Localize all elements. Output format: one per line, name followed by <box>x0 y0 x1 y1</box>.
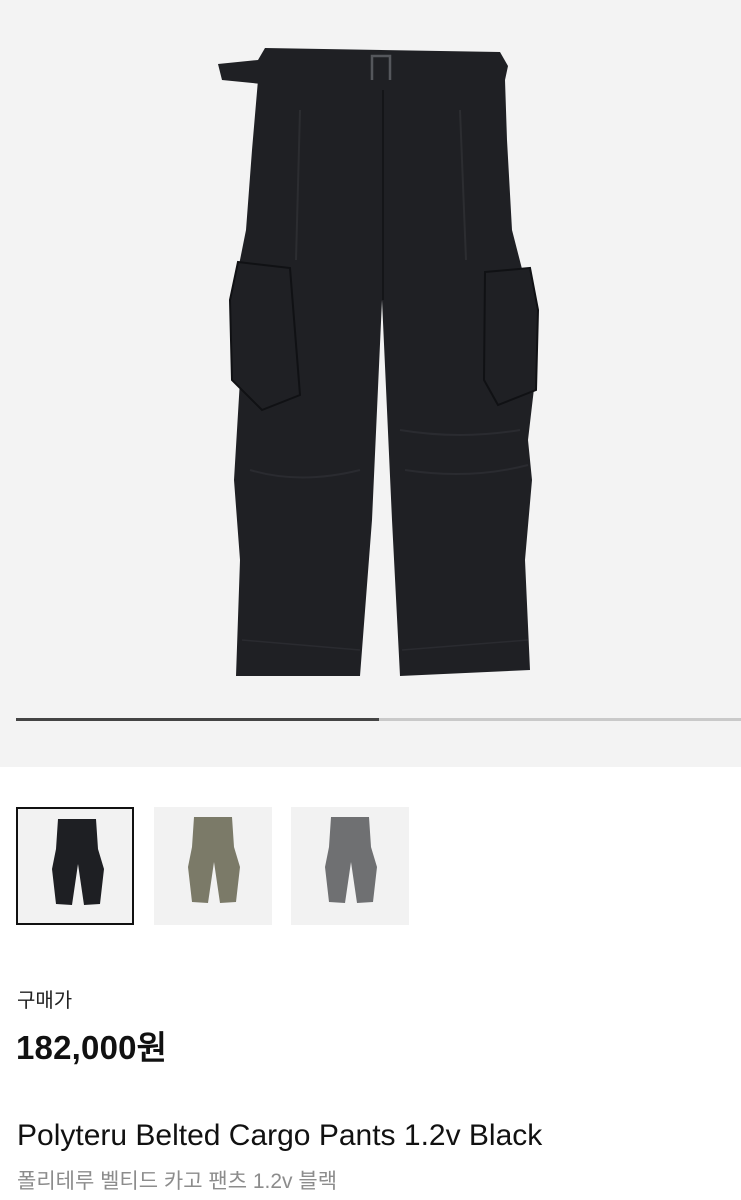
pants-thumbnail-icon <box>188 817 240 903</box>
product-name-english: Polyteru Belted Cargo Pants 1.2v Black <box>17 1119 543 1152</box>
cargo-pants-image <box>218 48 540 676</box>
thumbnail-khaki[interactable] <box>154 807 272 925</box>
thumbnail-grey[interactable] <box>291 807 409 925</box>
pants-thumbnail-icon <box>325 817 377 903</box>
product-main-image[interactable] <box>0 0 741 767</box>
product-name-korean: 폴리테루 벨티드 카고 팬츠 1.2v 블랙 <box>17 1170 338 1193</box>
price-value: 182,000원 <box>16 1029 168 1066</box>
pants-thumbnail-icon <box>52 819 104 905</box>
pants-shape <box>218 48 540 676</box>
thumbnail-black[interactable] <box>16 807 134 925</box>
carousel-progress-track <box>16 718 741 721</box>
carousel-progress-fill <box>16 718 379 721</box>
price-label: 구매가 <box>17 990 73 1012</box>
